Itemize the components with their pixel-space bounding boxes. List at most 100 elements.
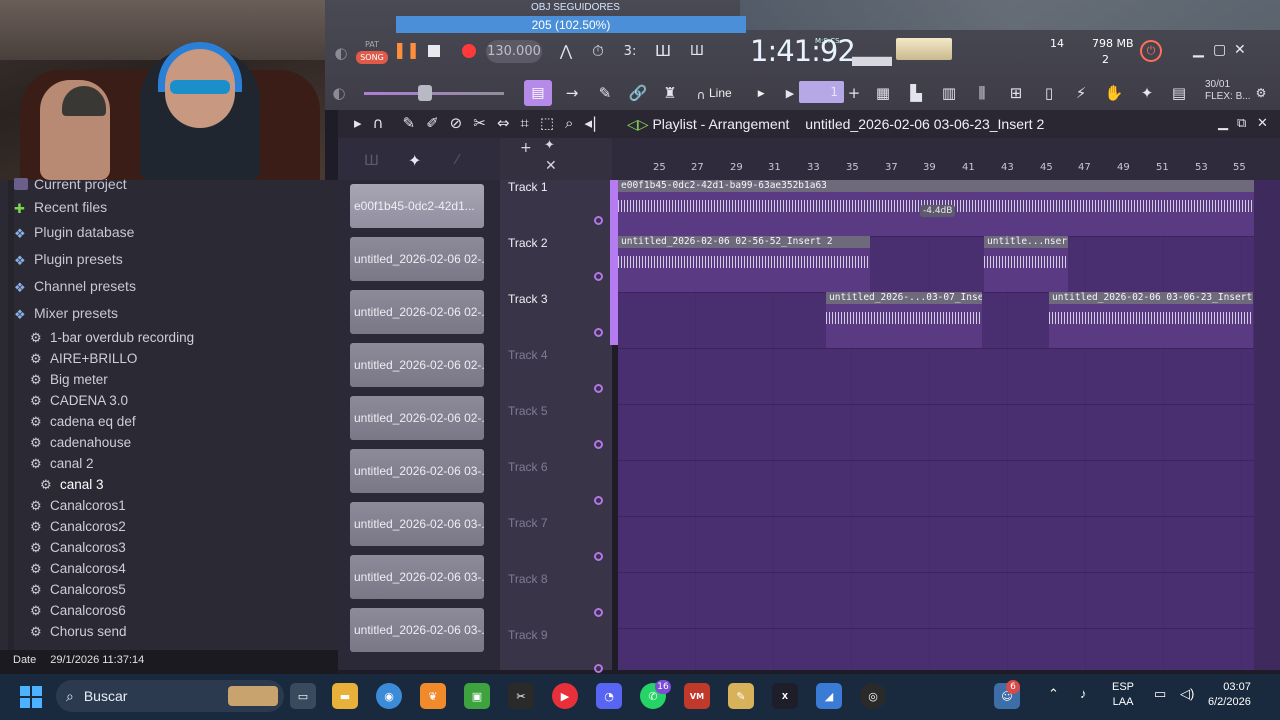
track-mute-icon[interactable]: [594, 552, 603, 561]
volume-icon[interactable]: ◁): [1180, 686, 1194, 701]
project-icon[interactable]: ▯: [1036, 80, 1062, 106]
stop-button[interactable]: [428, 45, 440, 57]
master-volume-knob[interactable]: [418, 85, 432, 101]
browser-item-recent-files[interactable]: ✚ Recent files: [14, 194, 107, 220]
audio-clip[interactable]: untitled_2026-...03-07_Insert 2: [826, 292, 982, 348]
clock[interactable]: 03:07 6/2/2026: [1208, 680, 1251, 710]
pattern-clip[interactable]: untitled_2026-02-06 03-...: [350, 608, 484, 652]
playlist-minimize-icon[interactable]: ▁: [1218, 116, 1228, 131]
preset-item-selected[interactable]: ⚙ canal 3: [40, 474, 104, 495]
preset-item[interactable]: ⚙ Canalcoros4: [30, 558, 126, 579]
discord-icon[interactable]: ◔: [596, 683, 622, 709]
browser-item-channel-presets[interactable]: ❖ Channel presets: [14, 273, 136, 299]
browser-item-plugin-database[interactable]: ❖ Plugin database: [14, 219, 134, 245]
audio-clip[interactable]: untitled_2026-02-06 02-56-52_Insert 2: [618, 236, 870, 292]
explorer-icon[interactable]: ▬: [332, 683, 358, 709]
audio-clip[interactable]: untitle...nsert 2: [984, 236, 1068, 292]
chevron-up-icon[interactable]: ⌃: [1048, 686, 1059, 701]
xsplit-icon[interactable]: X: [772, 683, 798, 709]
track-mute-icon[interactable]: [594, 216, 603, 225]
pattern-selector[interactable]: 1: [799, 81, 844, 103]
channel-rack-icon[interactable]: ▥: [936, 80, 962, 106]
obs-icon[interactable]: ◎: [860, 683, 886, 709]
playlist-close-icon[interactable]: ✕: [1257, 116, 1268, 131]
track-header[interactable]: Track 1: [508, 180, 612, 236]
master-volume-track[interactable]: [364, 92, 504, 95]
maximize-icon[interactable]: ▢: [1213, 42, 1226, 58]
picker-sort-icon[interactable]: ✦: [408, 151, 421, 170]
track-mute-icon[interactable]: [594, 440, 603, 449]
settings-icon[interactable]: ⚙: [1248, 80, 1274, 106]
tempo-display[interactable]: 130.000: [486, 40, 542, 63]
minimize-icon[interactable]: ▁: [1193, 42, 1204, 58]
pattern-clip[interactable]: untitled_2026-02-06 03-...: [350, 449, 484, 493]
play-icon[interactable]: ❚❚: [393, 40, 420, 62]
track-mute-icon[interactable]: [594, 328, 603, 337]
track-header[interactable]: Track 3: [508, 292, 612, 348]
slip-icon[interactable]: ⇔: [497, 114, 510, 132]
preset-item[interactable]: ⚙ cadenahouse: [30, 432, 131, 453]
snap-mode-select[interactable]: Line ▶: [709, 83, 773, 103]
menu-arrow-icon[interactable]: ▸: [354, 114, 362, 132]
microphone-icon[interactable]: ♪: [1080, 686, 1087, 701]
track-header[interactable]: Track 4: [508, 348, 612, 404]
record-button[interactable]: [462, 44, 476, 58]
snap-knob-icon[interactable]: ◐: [328, 40, 354, 66]
select-icon[interactable]: ⬚: [540, 114, 554, 132]
track-mute-icon[interactable]: [594, 664, 603, 673]
pattern-clip[interactable]: untitled_2026-02-06 02-...: [350, 237, 484, 281]
network-icon[interactable]: ▭: [1154, 686, 1166, 701]
preset-item[interactable]: ⚙ Chorus send: [30, 621, 127, 642]
track-mute-icon[interactable]: [594, 608, 603, 617]
voicemeeter-icon[interactable]: VM: [684, 683, 710, 709]
center-icon[interactable]: ✦: [544, 138, 555, 153]
daw-icon[interactable]: ◢: [816, 683, 842, 709]
close-icon[interactable]: ✕: [1234, 42, 1246, 58]
pattern-clip[interactable]: untitled_2026-02-06 02-...: [350, 396, 484, 440]
pattern-clip[interactable]: untitled_2026-02-06 02-...: [350, 343, 484, 387]
draw-icon[interactable]: ✎: [592, 80, 618, 106]
audio-clip[interactable]: untitled_2026-02-06 03-06-23_Insert 2: [1049, 292, 1253, 348]
capcut-icon[interactable]: ✂: [508, 683, 534, 709]
preset-item[interactable]: ⚙ Canalcoros3: [30, 537, 126, 558]
preset-item[interactable]: ⚙ CADENA 3.0: [30, 390, 128, 411]
pattern-clip[interactable]: untitled_2026-02-06 03-...: [350, 555, 484, 599]
flex-news[interactable]: 30/01 FLEX: B...: [1205, 79, 1251, 103]
chrome-icon[interactable]: ◉: [376, 683, 402, 709]
picker-link-icon[interactable]: ⁄: [456, 153, 458, 168]
link-icon[interactable]: 🔗: [625, 80, 651, 106]
pat-song-toggle[interactable]: PAT SONG: [356, 38, 388, 66]
arrow-icon[interactable]: →: [559, 80, 585, 106]
preset-item[interactable]: ⚙ Canalcoros6: [30, 600, 126, 621]
picker-grid-icon[interactable]: Ш: [364, 153, 379, 169]
slice-icon[interactable]: ⌗: [520, 114, 528, 132]
power-icon[interactable]: ⏻: [1140, 40, 1162, 62]
piano-roll-icon[interactable]: ▙: [903, 80, 929, 106]
task-view-icon[interactable]: ▭: [290, 683, 316, 709]
snap-icon[interactable]: ▤: [524, 80, 552, 106]
add-pattern-icon[interactable]: +: [841, 80, 867, 106]
zoom-icon[interactable]: ⌕: [565, 114, 573, 132]
countdown-icon[interactable]: 3:: [617, 38, 643, 64]
browser-icon[interactable]: ⊞: [1003, 80, 1029, 106]
preset-item[interactable]: ⚙ Canalcoros1: [30, 495, 126, 516]
loop-record-icon[interactable]: Ш: [684, 38, 710, 64]
magnet-icon[interactable]: ∩: [373, 114, 384, 132]
shop-icon[interactable]: ▤: [1166, 80, 1192, 106]
touch-icon[interactable]: ✋: [1101, 80, 1127, 106]
preset-item[interactable]: ⚙ AIRE+BRILLO: [30, 348, 137, 369]
media-player-icon[interactable]: ▶: [552, 683, 578, 709]
track-header[interactable]: Track 6: [508, 460, 612, 516]
preset-item[interactable]: ⚙ 1-bar overdub recording: [30, 327, 194, 348]
windows-start-icon[interactable]: [20, 686, 42, 708]
pattern-clip[interactable]: untitled_2026-02-06 03-...: [350, 502, 484, 546]
vertical-scrollbar[interactable]: [1254, 180, 1280, 670]
plugin-icon[interactable]: ⚡: [1068, 80, 1094, 106]
track-mute-icon[interactable]: [594, 496, 603, 505]
track-header[interactable]: Track 2: [508, 236, 612, 292]
pattern-clip[interactable]: e00f1b45-0dc2-42d1...: [350, 184, 484, 228]
timeline-ruler[interactable]: [612, 138, 1280, 180]
fl-studio-icon[interactable]: ❦: [420, 683, 446, 709]
preset-item[interactable]: ⚙ Canalcoros5: [30, 579, 126, 600]
pitch-knob-icon[interactable]: ◐: [326, 80, 352, 106]
